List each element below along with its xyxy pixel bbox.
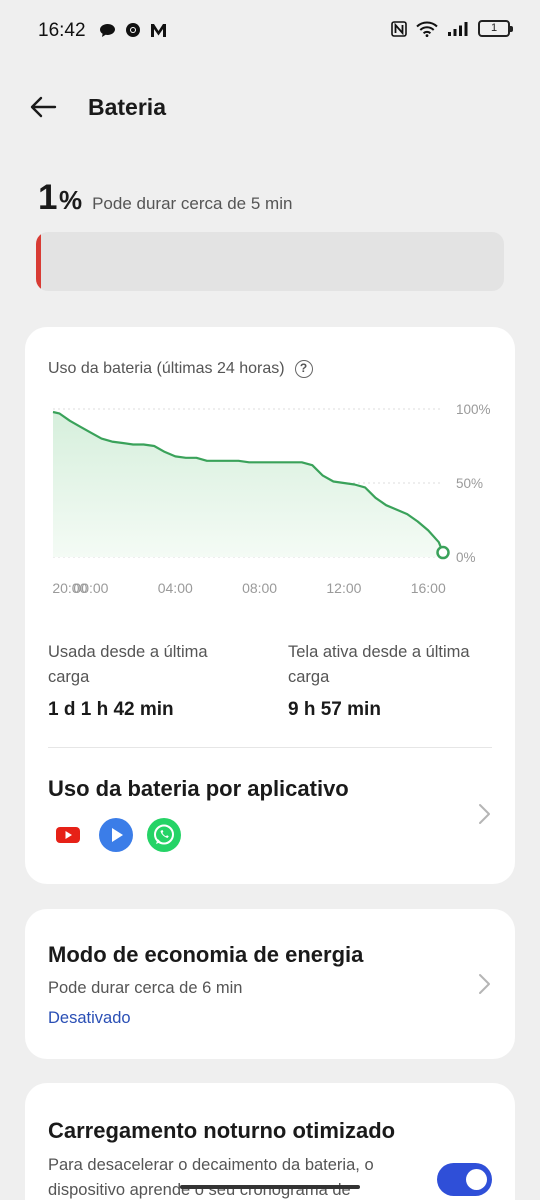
back-button[interactable] <box>28 92 68 124</box>
nfc-icon <box>391 20 407 37</box>
chart-area-fill <box>53 412 443 557</box>
power-saving-estimate: Pode durar cerca de 6 min <box>48 979 243 997</box>
night-charging-card: Carregamento noturno otimizado Para desa… <box>25 1083 515 1200</box>
x-tick-label: 08:00 <box>242 580 277 596</box>
night-charging-title: Carregamento noturno otimizado <box>48 1118 396 1143</box>
chart-current-point <box>436 545 450 560</box>
power-saving-status: Desativado <box>48 1009 131 1027</box>
wifi-icon <box>416 21 438 37</box>
page-title: Bateria <box>88 94 166 120</box>
m-app-icon <box>151 23 166 37</box>
y-tick-label: 50% <box>456 476 483 491</box>
status-bar: 16:42 1 <box>0 0 540 62</box>
chevron-right-icon <box>479 804 490 824</box>
used-since-charge: Usada desde a última carga 1 d 1 h 42 mi… <box>48 640 248 721</box>
x-tick-label: 16:00 <box>411 580 446 596</box>
toggle-knob <box>466 1169 487 1190</box>
battery-percentage-row: 1 % Pode durar cerca de 5 min <box>38 178 292 218</box>
x-tick-label: 04:00 <box>158 580 193 596</box>
battery-usage-card: Uso da bateria (últimas 24 horas) ? 100%… <box>25 327 515 884</box>
screen-on-value: 9 h 57 min <box>288 699 381 720</box>
x-tick-label: 12:00 <box>326 580 361 596</box>
night-charging-toggle[interactable] <box>437 1163 492 1196</box>
chart-title: Uso da bateria (últimas 24 horas) <box>48 360 285 377</box>
y-tick-label: 100% <box>456 402 491 417</box>
app-usage-title: Uso da bateria por aplicativo <box>48 776 349 801</box>
app-icon-list <box>51 818 181 852</box>
arrow-left-icon <box>30 96 57 118</box>
battery-estimate: Pode durar cerca de 5 min <box>92 194 293 213</box>
chrome-icon <box>126 23 140 37</box>
divider <box>48 747 492 748</box>
gesture-nav-bar[interactable] <box>180 1185 360 1189</box>
percent-symbol: % <box>58 185 83 215</box>
signal-icon <box>448 21 468 36</box>
used-since-charge-label: Usada desde a última carga <box>48 643 208 686</box>
power-saving-card[interactable]: Modo de economia de energia Pode durar c… <box>25 909 515 1059</box>
battery-usage-chart: 100%50%0%20:0000:00 04:00 08:00 12:00 16:00 <box>52 402 491 596</box>
whatsapp-icon <box>147 818 181 852</box>
notification-icons <box>99 22 167 38</box>
app-header: Bateria <box>0 80 540 136</box>
battery-level-bar <box>36 232 504 291</box>
x-tick-label: 00:00 <box>73 580 108 596</box>
status-time: 16:42 <box>38 20 86 41</box>
system-icons: 1 <box>391 20 513 37</box>
chat-bubble-icon <box>100 23 115 37</box>
battery-status-icon: 1 <box>478 20 513 37</box>
screen-on-since-charge: Tela ativa desde a última carga 9 h 57 m… <box>288 640 478 721</box>
y-tick-label: 0% <box>456 550 476 565</box>
chart-title-row: Uso da bateria (últimas 24 horas) ? <box>48 360 313 378</box>
screen-on-label: Tela ativa desde a última carga <box>288 643 470 686</box>
used-since-charge-value: 1 d 1 h 42 min <box>48 699 174 720</box>
night-charging-description: Para desacelerar o decaimento da bateria… <box>48 1156 374 1199</box>
help-icon[interactable]: ? <box>294 360 313 378</box>
power-saving-title: Modo de economia de energia <box>48 942 364 967</box>
battery-percent-value: 1 <box>38 178 57 217</box>
play-icon <box>99 818 133 852</box>
chevron-right-icon <box>479 974 490 994</box>
battery-level-fill <box>36 232 41 291</box>
youtube-icon <box>51 818 85 852</box>
